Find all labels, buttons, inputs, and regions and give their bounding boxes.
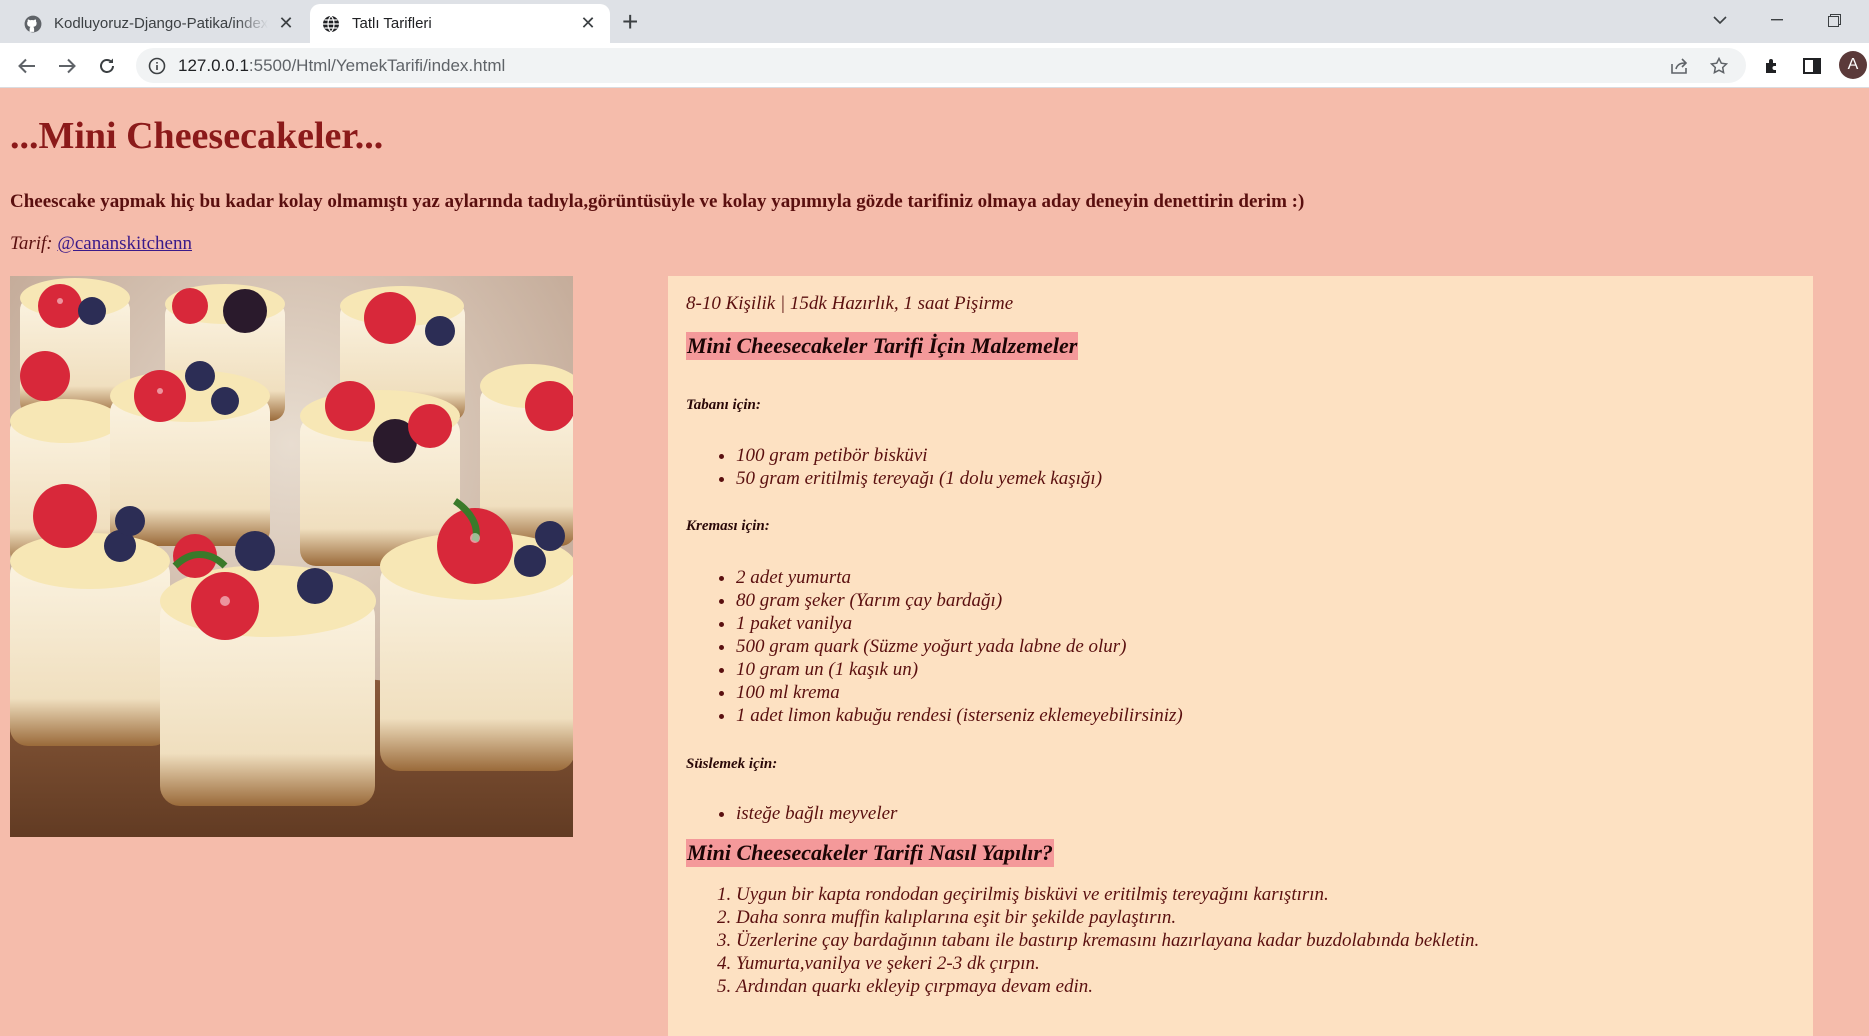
list-item: 1 adet limon kabuğu rendesi (isterseniz … — [736, 704, 1183, 727]
side-panel-icon[interactable] — [1797, 51, 1827, 81]
page-content: ...Mini Cheesecakeler... Cheescake yapma… — [0, 88, 1869, 1036]
browser-toolbar: 127.0.0.1:5500/Html/YemekTarifi/index.ht… — [0, 43, 1869, 88]
credit-label: Tarif: — [10, 233, 53, 254]
close-icon[interactable]: ✕ — [578, 13, 598, 34]
github-icon — [24, 15, 42, 32]
new-tab-button[interactable]: + — [622, 6, 638, 38]
extensions-icon[interactable] — [1757, 51, 1787, 81]
list-item: 2 adet yumurta — [736, 566, 1183, 589]
cream-heading: Kreması için: — [686, 518, 770, 534]
recipe-card: 8-10 Kişilik | 15dk Hazırlık, 1 saat Piş… — [668, 276, 1813, 1036]
list-item: isteğe bağlı meyveler — [736, 802, 897, 825]
base-heading: Tabanı için: — [686, 397, 761, 413]
maximize-icon[interactable] — [1814, 0, 1854, 40]
list-item: 10 gram un (1 kaşık un) — [736, 658, 1183, 681]
list-item: 1 paket vanilya — [736, 612, 1183, 635]
share-icon[interactable] — [1670, 48, 1690, 83]
recipe-credit: Tarif: @cananskitchenn — [10, 233, 192, 255]
step-item: Üzerlerine çay bardağının tabanı ile bas… — [736, 929, 1479, 952]
globe-icon — [323, 15, 339, 32]
address-bar[interactable]: 127.0.0.1:5500/Html/YemekTarifi/index.ht… — [136, 48, 1746, 83]
list-item: 100 gram petibör bisküvi — [736, 444, 1102, 467]
intro-text: Cheescake yapmak hiç bu kadar kolay olma… — [10, 191, 1305, 212]
steps-heading: Mini Cheesecakeler Tarifi Nasıl Yapılır? — [686, 839, 1054, 867]
url-path: :5500/Html/YemekTarifi/index.html — [248, 55, 506, 75]
reload-icon[interactable] — [92, 51, 122, 81]
tab-strip: Kodluyoruz-Django-Patika/index.html ✕ Ta… — [0, 0, 1869, 43]
close-icon[interactable]: ✕ — [276, 13, 296, 34]
list-item: 80 gram şeker (Yarım çay bardağı) — [736, 589, 1183, 612]
decor-list: isteğe bağlı meyveler — [686, 802, 897, 825]
minimize-icon[interactable] — [1757, 0, 1797, 40]
recipe-meta: 8-10 Kişilik | 15dk Hazırlık, 1 saat Piş… — [686, 293, 1014, 314]
chevron-down-icon[interactable] — [1700, 0, 1740, 40]
avatar[interactable]: A — [1839, 51, 1867, 79]
base-list: 100 gram petibör bisküvi 50 gram eritilm… — [686, 444, 1102, 490]
list-item: 500 gram quark (Süzme yoğurt yada labne … — [736, 635, 1183, 658]
cheesecake-photo — [10, 276, 573, 837]
list-item: 50 gram eritilmiş tereyağı (1 dolu yemek… — [736, 467, 1102, 490]
forward-icon[interactable] — [52, 51, 82, 81]
info-icon[interactable] — [148, 57, 166, 75]
decor-heading: Süslemek için: — [686, 756, 778, 772]
url-host: 127.0.0.1 — [178, 55, 249, 75]
tab-title: Kodluyoruz-Django-Patika/index.html — [54, 15, 268, 32]
list-item: 100 ml krema — [736, 681, 1183, 704]
star-icon[interactable] — [1710, 48, 1728, 83]
steps-list: Uygun bir kapta rondodan geçirilmiş bisk… — [686, 883, 1479, 998]
ingredients-heading: Mini Cheesecakeler Tarifi İçin Malzemele… — [686, 332, 1079, 360]
cream-list: 2 adet yumurta 80 gram şeker (Yarım çay … — [686, 566, 1183, 727]
tab-github[interactable]: Kodluyoruz-Django-Patika/index.html ✕ — [12, 4, 308, 43]
step-item: Ardından quarkı ekleyip çırpmaya devam e… — [736, 975, 1479, 998]
tab-title: Tatlı Tarifleri — [352, 15, 432, 32]
step-item: Yumurta,vanilya ve şekeri 2-3 dk çırpın. — [736, 952, 1479, 975]
page-title: ...Mini Cheesecakeler... — [10, 115, 384, 157]
back-icon[interactable] — [12, 51, 42, 81]
step-item: Daha sonra muffin kalıplarına eşit bir ş… — [736, 906, 1479, 929]
tab-tatli-tarifleri[interactable]: Tatlı Tarifleri ✕ — [310, 4, 610, 43]
credit-link[interactable]: @cananskitchenn — [57, 233, 192, 254]
step-item: Uygun bir kapta rondodan geçirilmiş bisk… — [736, 883, 1479, 906]
